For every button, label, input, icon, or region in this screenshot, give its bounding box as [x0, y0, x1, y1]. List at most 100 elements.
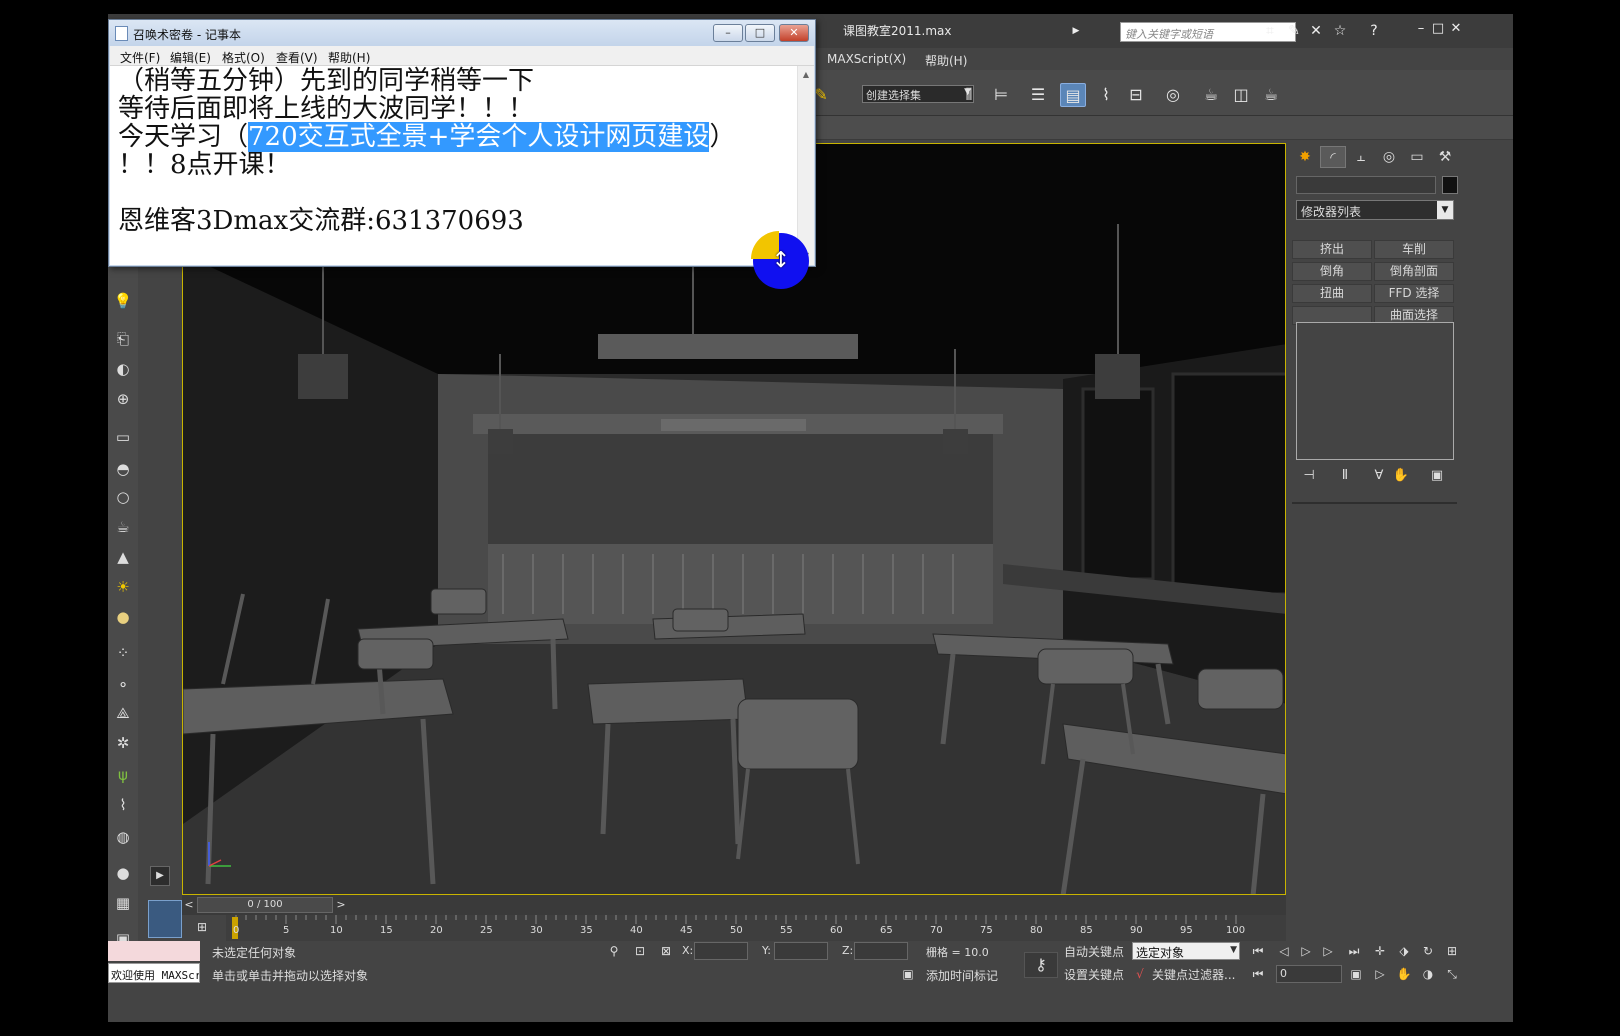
play-icon[interactable]: ▷ [1296, 942, 1316, 960]
pin-stack-icon[interactable]: ⊣ [1300, 467, 1318, 485]
star-icon[interactable]: ☆ [1332, 23, 1348, 39]
configure-sets-icon[interactable]: ▣ [1428, 467, 1446, 485]
x-coordinate-field[interactable] [694, 942, 748, 960]
current-frame-field[interactable]: 0 [1276, 965, 1342, 983]
absolute-mode-icon[interactable]: ⊠ [656, 942, 676, 960]
zoom-icon[interactable]: ⬗ [1394, 942, 1414, 960]
hair-icon[interactable]: ⌇ [111, 794, 135, 816]
vertical-scrollbar[interactable]: ▲ ▼ [797, 66, 814, 265]
orbit-icon[interactable]: ↻ [1418, 942, 1438, 960]
key-mode-icon[interactable]: ⏮ [1248, 965, 1268, 983]
render-setup-icon[interactable]: ☕ [1198, 83, 1224, 107]
prev-frame-arrow-icon[interactable]: < [182, 897, 196, 913]
maximize-icon[interactable]: □ [1430, 21, 1446, 37]
binoculars-icon[interactable]: ⌗ [1262, 23, 1278, 39]
menu-format[interactable]: 格式(O) [222, 49, 265, 66]
previous-key-icon[interactable]: ◁ [1274, 942, 1294, 960]
make-unique-icon[interactable]: ∀ [1370, 467, 1388, 485]
hand-pan-icon[interactable]: ✋ [1394, 965, 1414, 983]
menu-help[interactable]: 帮助(H) [328, 49, 370, 66]
close-button[interactable]: ✕ [779, 24, 809, 42]
notepad-titlebar[interactable]: 召唤术密卷 - 记事本 – □ ✕ [109, 20, 815, 46]
light-bulb-icon[interactable]: 💡 [111, 290, 135, 312]
sun-icon[interactable]: ☀ [111, 576, 135, 598]
create-tab-icon[interactable]: ✸ [1292, 146, 1318, 168]
remove-modifier-icon[interactable]: ✋ [1392, 467, 1410, 485]
lock-icon[interactable]: ⊡ [630, 942, 650, 960]
film-camera-icon[interactable]: ⊕ [111, 388, 135, 410]
modifier-lathe-button[interactable]: 车削 [1374, 240, 1454, 259]
pin-icon[interactable]: ✕ [1308, 23, 1324, 39]
z-coordinate-field[interactable] [854, 942, 908, 960]
sky-sphere-icon[interactable]: ● [111, 606, 135, 628]
play-arrow-icon[interactable]: ▶ [1068, 23, 1084, 39]
notepad-window[interactable]: 召唤术密卷 - 记事本 – □ ✕ 文件(F) 编辑(E) 格式(O) 查看(V… [108, 19, 816, 267]
layer-manager-icon[interactable]: ☰ [1025, 83, 1051, 107]
fabric-icon[interactable]: ◍ [111, 826, 135, 848]
track-bar[interactable]: 0 5 10 15 20 25 30 35 40 45 50 55 60 65 … [226, 915, 1286, 941]
material-editor-icon[interactable]: ◎ [1160, 83, 1186, 107]
gear-icon[interactable]: ✲ [111, 732, 135, 754]
menu-help[interactable]: 帮助(H) [925, 52, 967, 69]
render-teapot-icon[interactable]: ☕ [1258, 83, 1284, 107]
scene-explorer-icon[interactable]: ▤ [1060, 83, 1086, 107]
display-tab-icon[interactable]: ▭ [1404, 146, 1430, 168]
plane-icon[interactable]: ▭ [111, 426, 135, 448]
isolate-icon[interactable]: ⚲ [604, 942, 624, 960]
chevron-down-icon[interactable]: ▼ [1437, 201, 1453, 219]
minimize-icon[interactable]: – [1413, 21, 1429, 37]
rendered-frame-icon[interactable]: ◫ [1228, 83, 1254, 107]
key-selection-dropdown[interactable]: 选定对象 [1132, 942, 1240, 960]
cone-icon[interactable]: ▲ [111, 546, 135, 568]
shaded-sphere-icon[interactable]: ● [111, 862, 135, 884]
maximize-viewport-icon[interactable]: ⊞ [1442, 942, 1462, 960]
menu-maxscript[interactable]: MAXScript(X) [827, 52, 906, 66]
curve-editor-icon[interactable]: ⌇ [1093, 83, 1119, 107]
mirror-icon[interactable]: ⫴ [956, 83, 982, 107]
help-icon[interactable]: ? [1366, 23, 1382, 39]
utilities-tab-icon[interactable]: ⚒ [1432, 146, 1458, 168]
maximize-button[interactable]: □ [745, 24, 775, 42]
pan-icon[interactable]: ✛ [1370, 942, 1390, 960]
object-name-field[interactable] [1296, 176, 1436, 194]
scroll-up-icon[interactable]: ▲ [801, 70, 811, 80]
menu-view[interactable]: 查看(V) [276, 49, 318, 66]
modify-tab-icon[interactable]: ◜ [1320, 146, 1346, 168]
y-coordinate-field[interactable] [774, 942, 828, 960]
align-icon[interactable]: ⊨ [988, 83, 1014, 107]
teapot-icon[interactable]: ☕ [111, 516, 135, 538]
minimize-button[interactable]: – [713, 24, 743, 42]
modifier-list-dropdown[interactable]: 修改器列表 ▼ [1296, 200, 1454, 220]
time-slider-thumb[interactable]: 0 / 100 [197, 897, 333, 913]
set-key-button[interactable]: 设置关键点 [1064, 966, 1124, 983]
sphere-icon[interactable]: ○ [111, 486, 135, 508]
grass-icon[interactable]: ψ [111, 764, 135, 786]
hierarchy-tab-icon[interactable]: ⫠ [1348, 146, 1374, 168]
motion-tab-icon[interactable]: ◎ [1376, 146, 1402, 168]
helper-icon[interactable]: ⟁ [111, 702, 135, 724]
next-key-icon[interactable]: ▷ [1318, 942, 1338, 960]
time-config-icon[interactable]: ▣ [1346, 965, 1366, 983]
half-sphere-icon[interactable]: ◐ [111, 358, 135, 380]
time-tag-icon[interactable]: ▣ [898, 965, 918, 983]
modifier-bevel-button[interactable]: 倒角 [1292, 262, 1372, 281]
modifier-extrude-button[interactable]: 挤出 [1292, 240, 1372, 259]
walkthrough-icon[interactable]: ▷ [1370, 965, 1390, 983]
camera-icon[interactable]: ⎗ [111, 328, 135, 350]
schematic-view-icon[interactable]: ⊟ [1123, 83, 1149, 107]
go-to-end-icon[interactable]: ⏭ [1344, 942, 1364, 960]
go-to-start-icon[interactable]: ⏮ [1248, 942, 1268, 960]
dynamics-icon[interactable]: ⚬ [111, 674, 135, 696]
particles-icon[interactable]: ⁘ [111, 642, 135, 664]
maxscript-listener-mini[interactable] [108, 941, 200, 961]
notepad-text-area[interactable]: （稍等五分钟）先到的同学稍等一下 等待后面即将上线的大波同学！！！ 今天学习（7… [110, 66, 814, 265]
auto-key-button[interactable]: 自动关键点 [1064, 943, 1124, 960]
key-filters-button[interactable]: 关键点过滤器... [1152, 966, 1235, 983]
mini-curve-editor-toggle[interactable] [148, 900, 182, 938]
track-view-icon[interactable]: ⊞ [192, 918, 212, 936]
key-curve-icon[interactable]: √ [1130, 965, 1150, 983]
menu-edit[interactable]: 编辑(E) [170, 49, 211, 66]
show-end-result-icon[interactable]: Ⅱ [1336, 467, 1354, 485]
dome-icon[interactable]: ◓ [111, 458, 135, 480]
close-icon[interactable]: ✕ [1448, 21, 1464, 37]
